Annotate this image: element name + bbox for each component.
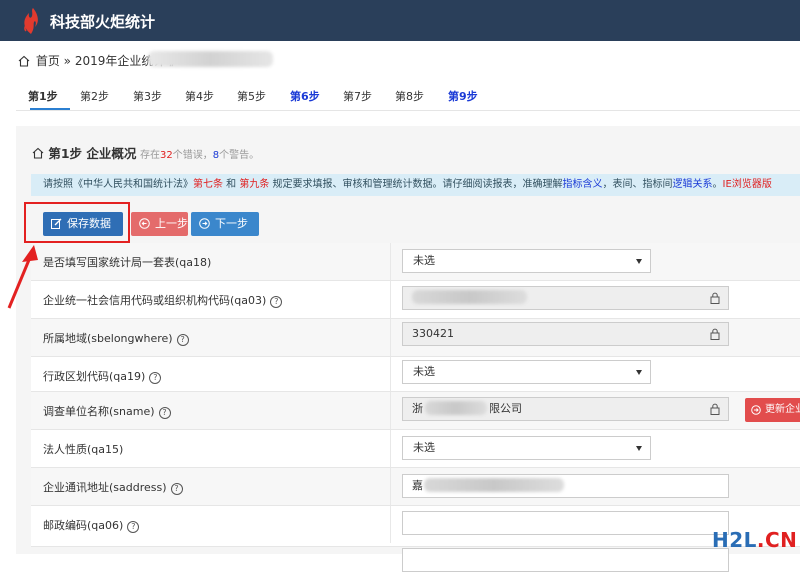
active-tab-indicator [30,108,70,110]
redacted-credit-code [412,290,527,304]
site-watermark: H2L.CN [712,528,797,552]
arrow-left-circle-icon [139,218,150,229]
status-prefix: 存在 [140,150,160,161]
select-value: 未选 [413,365,435,378]
notice-banner: 请按照《中华人民共和国统计法》第七条 和 第九条 规定要求填报、审核和管理统计数… [31,174,800,196]
tab-step-7[interactable]: 第7步 [343,88,372,104]
tab-step-5[interactable]: 第5步 [237,88,266,104]
field-label: 行政区划代码(qa19)? [43,368,162,384]
refresh-circle-icon [751,405,761,415]
tab-step-2[interactable]: 第2步 [80,88,109,104]
law-article-7-link[interactable]: 第七条 [193,179,223,190]
help-icon[interactable]: ? [149,372,162,384]
field-label: 企业通讯地址(saddress)? [43,479,183,495]
update-company-button[interactable]: 更新企业 [745,398,800,422]
select-value: 未选 [413,254,435,267]
update-company-label: 更新企业 [765,404,800,415]
notice-text: 规定要求填报、审核和管理统计数据。请仔细阅读报表，准确理解 [269,179,563,190]
ie-browser-link[interactable]: IE浏览器版 [723,179,772,190]
lock-icon [710,292,720,304]
select-value: 未选 [413,441,435,454]
indicator-meaning-link[interactable]: 指标含义 [563,179,603,190]
prev-step-label: 上一步 [155,217,188,230]
prev-step-button[interactable]: 上一步 [131,212,188,236]
address-value: 嘉 [412,479,423,492]
help-icon[interactable]: ? [127,521,140,533]
next-step-button[interactable]: 下一步 [191,212,259,236]
status-suffix: 个警告。 [219,150,260,161]
tab-step-4[interactable]: 第4步 [185,88,214,104]
region-field[interactable]: 330421 [402,322,729,346]
region-value: 330421 [412,327,454,340]
notice-text: ，表间、指标间 [602,179,673,190]
chevron-down-icon [636,370,642,375]
help-icon[interactable]: ? [270,296,283,308]
arrow-right-circle-icon [199,218,210,229]
law-article-9-link[interactable]: 第九条 [239,179,269,190]
unit-name-start: 浙 [412,402,423,415]
tab-step-9[interactable]: 第9步 [448,88,478,104]
validation-status: 存在32个错误，8个警告。 [140,146,259,161]
logic-relation-link[interactable]: 逻辑关系 [673,179,713,190]
home-icon[interactable] [18,55,30,67]
breadcrumb-separator: » [63,54,72,68]
field-label: 调查单位名称(sname)? [43,403,171,419]
tab-step-3[interactable]: 第3步 [133,88,162,104]
fill-nbs-form-select[interactable]: 未选 [402,249,651,273]
next-field-input[interactable] [402,548,729,572]
app-title: 科技部火炬统计 [50,13,156,31]
lock-icon [710,328,720,340]
step-tabs: 第1步 第2步 第3步 第4步 第5步 第6步 第7步 第8步 第9步 [16,80,800,111]
chevron-down-icon [636,259,642,264]
postal-code-field[interactable] [402,511,729,535]
lock-icon [710,403,720,415]
admin-division-select[interactable]: 未选 [402,360,651,384]
unit-name-end: 限公司 [489,402,522,415]
notice-text: 请按照《中华人民共和国统计法》 [43,179,193,190]
annotation-highlight-box [24,202,130,243]
watermark-suffix: .CN [756,528,798,552]
watermark-main: H2L [712,528,757,552]
notice-text: 。 [712,179,723,190]
home-icon [32,147,44,159]
error-count: 32 [160,150,173,161]
notice-text: 和 [223,179,240,190]
torch-logo-icon [24,8,38,34]
help-icon[interactable]: ? [170,483,183,495]
help-icon[interactable]: ? [176,334,189,346]
app-header: 科技部火炬统计 [0,0,800,41]
breadcrumb-home[interactable]: 首页 [36,54,60,68]
chevron-down-icon [636,446,642,451]
tab-step-6[interactable]: 第6步 [290,88,320,104]
redacted-breadcrumb [148,51,273,67]
status-mid: 个错误， [172,150,213,161]
panel-title: 第1步 企业概况 [32,143,136,162]
help-icon[interactable]: ? [158,407,171,419]
redacted-address [424,478,564,492]
tab-step-1[interactable]: 第1步 [28,88,58,104]
field-label: 邮政编码(qa06)? [43,517,140,533]
field-label: 所属地域(sbelongwhere)? [43,330,189,346]
legal-nature-select[interactable]: 未选 [402,436,651,460]
redacted-unit-name [425,401,487,415]
tab-step-8[interactable]: 第8步 [395,88,424,104]
field-label: 是否填写国家统计局一套表(qa18) [43,256,212,269]
field-label: 企业统一社会信用代码或组织机构代码(qa03)? [43,292,283,308]
next-step-label: 下一步 [215,217,248,230]
panel-title-text: 第1步 企业概况 [48,146,137,161]
field-label: 法人性质(qa15) [43,443,124,456]
